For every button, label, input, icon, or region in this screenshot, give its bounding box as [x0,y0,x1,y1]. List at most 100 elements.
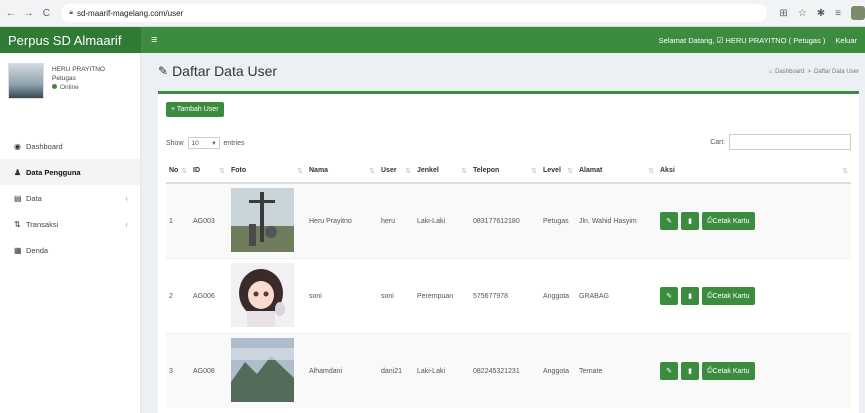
transfer-icon: ⇅ [14,219,21,229]
sidebar: HERU PRAYITNO Petugas Online ◉ Dashboard… [0,53,141,413]
sidebar-item-data-pengguna[interactable]: ♟ Data Pengguna [0,159,140,185]
address-bar[interactable]: 🔒︎ sd-maarif-magelang.com/user [61,4,768,22]
welcome-text[interactable]: Selamat Datang, ☑ HERU PRAYITNO ( Petuga… [659,36,826,45]
cell-level: Anggota [540,333,576,408]
user-table-box: + Tambah User Show 10 ▾ entries Cari: No ⇅… [158,91,859,413]
table-row: 2 AG006 soni soni Perempuan 575677978 An… [166,258,851,334]
sidebar-item-label: Denda [26,245,49,255]
app-header: Perpus SD Almaarif ≡ Selamat Datang, ☑ H… [0,27,865,53]
sort-icon: ⇅ [405,168,411,175]
cell-foto [228,333,306,408]
chevron-down-icon: ▾ [212,140,216,147]
sort-icon: ⇅ [567,168,573,175]
cell-foto [228,258,306,334]
sort-icon: ⇅ [648,168,654,175]
entries-select[interactable]: 10 ▾ [187,137,220,149]
edit-icon: ✎ [666,218,672,225]
user-role: Petugas [52,75,76,82]
chevron-left-icon: ‹ [125,193,128,203]
column-header-user[interactable]: User ⇅ [378,159,414,184]
chevron-left-icon: ‹ [125,219,128,229]
lock-icon: 🔒︎ [69,9,73,16]
breadcrumb-current: Daftar Data User [813,69,859,75]
sidebar-item-transaksi[interactable]: ⇅ Transaksi ‹ [0,211,140,237]
column-header-jenkel[interactable]: Jenkel ⇅ [414,159,470,184]
search-label: Cari: [710,138,725,146]
delete-button[interactable]: ▮ [681,212,699,230]
edit-icon: ✎ [666,368,672,375]
user-icon: ♟ [14,167,22,177]
edit-button[interactable]: ✎ [660,287,678,305]
column-header-nama[interactable]: Nama ⇅ [306,159,378,184]
user-table: No ⇅ ID ⇅ Foto ⇅ Nama ⇅ User ⇅ Jenkel ⇅ Telepo… [166,159,851,408]
data-icon: ▤ [14,193,22,203]
delete-button[interactable]: ▮ [681,287,699,305]
sidebar-item-denda[interactable]: ▦ Denda [0,237,140,263]
column-header-aksi[interactable]: Aksi ⇅ [657,159,851,184]
sidebar-item-dashboard[interactable]: ◉ Dashboard [0,133,140,159]
profile-avatar-icon[interactable] [851,6,865,20]
cell-alamat: GRABAG [576,258,657,334]
sort-icon: ⇅ [461,168,467,175]
trash-icon: ▮ [688,368,692,375]
sort-icon: ⇅ [297,168,303,175]
reload-icon[interactable]: C [39,8,53,19]
extensions-icon[interactable]: ✱ [817,8,825,19]
cell-alamat: Ternate [576,333,657,408]
print-card-button[interactable]: ⎙ Cetak Kartu [702,287,755,305]
sidebar-item-label: Data [26,193,42,203]
logout-link[interactable]: Keluar [835,36,857,45]
cell-user: soni [378,258,414,334]
forward-icon[interactable]: → [22,8,36,19]
avatar [8,63,44,99]
cell-telepon: 083177612180 [470,182,540,259]
add-user-button[interactable]: + Tambah User [166,102,224,117]
column-header-level[interactable]: Level ⇅ [540,159,576,184]
print-card-label: Cetak Kartu [712,217,750,225]
column-header-id[interactable]: ID ⇅ [190,159,228,184]
column-header-no[interactable]: No ⇅ [166,159,190,184]
cell-telepon: 575677978 [470,258,540,334]
sidebar-item-data[interactable]: ▤ Data ‹ [0,185,140,211]
share-icon[interactable]: ⊞ [779,8,787,19]
cell-id: AG008 [190,333,228,408]
cell-id: AG006 [190,258,228,334]
dashboard-icon: ◉ [14,141,21,151]
back-icon[interactable]: ← [4,8,18,19]
cell-level: Petugas [540,182,576,259]
breadcrumb-home[interactable]: Dashboard [775,69,804,75]
brand-logo[interactable]: Perpus SD Almaarif [0,27,141,53]
page-title-text: Daftar Data User [172,63,278,79]
star-icon[interactable]: ☆ [798,8,807,19]
delete-button[interactable]: ▮ [681,362,699,380]
column-header-foto[interactable]: Foto ⇅ [228,159,306,184]
column-header-telepon[interactable]: Telepon ⇅ [470,159,540,184]
user-status: Online [60,84,79,91]
sort-icon: ⇅ [531,168,537,175]
cell-jenkel: Laki-Laki [414,333,470,408]
edit-button[interactable]: ✎ [660,362,678,380]
page-title: ✎ Daftar Data User [158,63,277,79]
sort-icon: ⇅ [219,168,225,175]
online-dot-icon [52,84,57,89]
cell-aksi: ✎ ▮ ⎙ Cetak Kartu [657,182,851,259]
menu-toggle-icon[interactable]: ≡ [151,34,157,46]
table-header-row: No ⇅ ID ⇅ Foto ⇅ Nama ⇅ User ⇅ Jenkel ⇅ Telepo… [166,159,851,184]
user-photo [231,263,294,327]
trash-icon: ▮ [688,293,692,300]
search-wrap: Cari: [710,134,851,150]
edit-icon: ✎ [666,293,672,300]
cell-user: heru [378,182,414,259]
print-card-button[interactable]: ⎙ Cetak Kartu [702,212,755,230]
table-row: 1 AG003 Heru Prayitno heru Laki-Laki 083… [166,182,851,259]
print-card-button[interactable]: ⎙ Cetak Kartu [702,362,755,380]
cell-nama: Heru Prayitno [306,182,378,259]
trash-icon: ▮ [688,218,692,225]
column-header-alamat[interactable]: Alamat ⇅ [576,159,657,184]
edit-button[interactable]: ✎ [660,212,678,230]
sidepanel-icon[interactable]: ≡ [835,8,841,19]
search-input[interactable] [729,134,851,150]
cell-user: dani21 [378,333,414,408]
entries-value: 10 [191,139,199,147]
browser-toolbar: ← → C 🔒︎ sd-maarif-magelang.com/user ⊞ ☆… [0,0,865,27]
